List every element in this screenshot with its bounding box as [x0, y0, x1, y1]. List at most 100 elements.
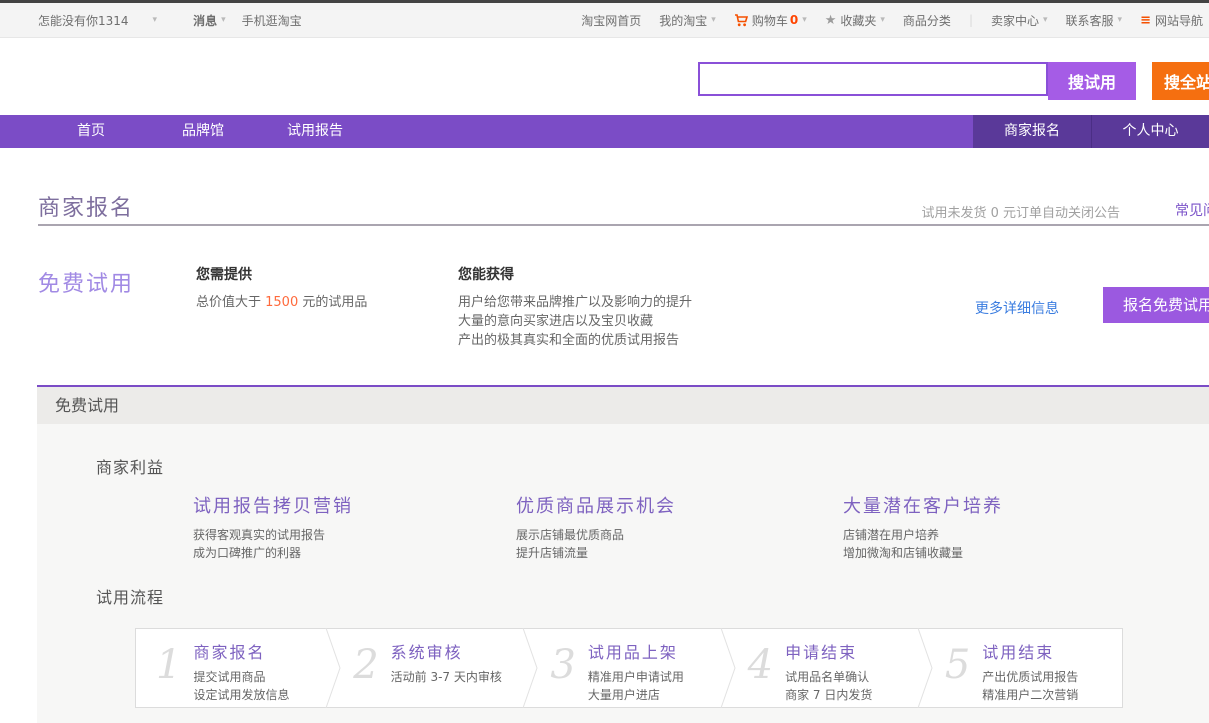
favorites-menu[interactable]: ★ 收藏夹 ▾	[825, 12, 885, 29]
provide-line: 总价值大于 1500 元的试用品	[196, 293, 367, 312]
page-title: 商家报名	[38, 190, 134, 222]
nav-item-brand-hall[interactable]: 品牌馆	[147, 115, 259, 148]
my-taobao-label: 我的淘宝	[659, 12, 707, 29]
step-number: 4	[748, 645, 773, 707]
provide-prefix: 总价值大于	[196, 295, 265, 310]
benefit-item: 大量潜在客户培养 店铺潜在用户培养 增加微淘和店铺收藏量	[843, 492, 1003, 562]
benefit-line: 店铺潜在用户培养	[843, 526, 1003, 544]
search-input[interactable]	[698, 62, 1048, 96]
provide-suffix: 元的试用品	[298, 295, 367, 310]
provide-column: 您需提供 总价值大于 1500 元的试用品	[196, 264, 367, 312]
chevron-down-icon: ▾	[1043, 15, 1048, 25]
chevron-down-icon: ▾	[880, 15, 885, 25]
benefit-line: 成为口碑推广的利器	[193, 544, 353, 562]
contact-service-menu[interactable]: 联系客服 ▾	[1066, 12, 1123, 29]
nav-item-trial-reports[interactable]: 试用报告	[259, 115, 371, 148]
notice-text: 试用未发货 0 元订单自动关闭公告	[921, 202, 1120, 221]
process-step-5: 5 试用结束 产出优质试用报告 精准用户二次营销	[925, 629, 1122, 707]
step-number: 2	[353, 645, 378, 707]
topbar-left: 怎能没有你1314 ▾ 消息 ▾ 手机逛淘宝	[38, 12, 302, 29]
username-link[interactable]: 怎能没有你1314	[38, 12, 129, 29]
cart-count-badge: 0	[790, 13, 798, 27]
step-title: 系统审核	[391, 639, 502, 663]
step-line: 提交试用商品	[193, 668, 289, 686]
process-steps: 1 商家报名 提交试用商品 设定试用发放信息 2 系统审核 活动前 3-7 天内…	[135, 628, 1123, 708]
chevron-down-icon: ▾	[1118, 15, 1123, 25]
faq-link[interactable]: 常见问题	[1175, 200, 1209, 220]
step-number: 1	[156, 645, 181, 707]
panel-body: 商家利益 试用报告拷贝营销 获得客观真实的试用报告 成为口碑推广的利器 优质商品…	[37, 424, 1209, 723]
gain-line: 用户给您带来品牌推广以及影响力的提升	[458, 293, 692, 312]
benefit-title: 试用报告拷贝营销	[193, 492, 353, 518]
more-details-link[interactable]: 更多详细信息	[975, 298, 1059, 318]
step-title: 试用结束	[982, 639, 1078, 663]
apply-free-trial-button[interactable]: 报名免费试用	[1103, 287, 1209, 323]
categories-link[interactable]: 商品分类	[903, 12, 951, 29]
benefit-title: 大量潜在客户培养	[843, 492, 1003, 518]
main-nav: 首页 品牌馆 试用报告 商家报名 个人中心	[0, 115, 1209, 148]
provide-amount: 1500	[265, 295, 298, 310]
step-line: 大量用户进店	[588, 686, 684, 704]
nav-item-personal-center[interactable]: 个人中心	[1091, 115, 1209, 148]
page-content: 商家报名 试用未发货 0 元订单自动关闭公告 常见问题 免费试用 您需提供 总价…	[0, 148, 1209, 385]
cart-icon	[734, 14, 748, 27]
step-title: 试用品上架	[588, 639, 684, 663]
process-heading: 试用流程	[96, 584, 164, 608]
step-line: 试用品名单确认	[785, 668, 872, 686]
gain-column: 您能获得 用户给您带来品牌推广以及影响力的提升 大量的意向买家进店以及宝贝收藏 …	[458, 264, 692, 350]
search-all-button[interactable]: 搜全站	[1152, 62, 1209, 100]
chevron-down-icon: ▾	[802, 15, 807, 25]
cart-label: 购物车	[752, 12, 788, 29]
step-number: 3	[550, 645, 575, 707]
process-step-1: 1 商家报名 提交试用商品 设定试用发放信息	[136, 629, 333, 707]
favorites-label: 收藏夹	[840, 12, 876, 29]
topbar: 怎能没有你1314 ▾ 消息 ▾ 手机逛淘宝 淘宝网首页 我的淘宝 ▾ 购物车 …	[0, 3, 1209, 38]
benefit-item: 试用报告拷贝营销 获得客观真实的试用报告 成为口碑推广的利器	[193, 492, 353, 562]
step-title: 商家报名	[193, 639, 289, 663]
benefits-heading: 商家利益	[96, 454, 164, 478]
seller-center-menu[interactable]: 卖家中心 ▾	[991, 12, 1048, 29]
mobile-taobao-link[interactable]: 手机逛淘宝	[242, 12, 302, 29]
search-header: 搜试用 搜全站	[0, 38, 1209, 115]
hamburger-icon: ≡	[1140, 13, 1151, 28]
step-number: 5	[945, 645, 970, 707]
main-nav-left: 首页 品牌馆 试用报告	[35, 115, 371, 148]
title-divider	[38, 224, 1209, 226]
gain-title: 您能获得	[458, 264, 692, 284]
nav-item-home[interactable]: 首页	[35, 115, 147, 148]
star-icon: ★	[825, 13, 837, 28]
nav-item-merchant-signup[interactable]: 商家报名	[973, 115, 1091, 148]
topbar-right: 淘宝网首页 我的淘宝 ▾ 购物车 0 ▾ ★ 收藏夹 ▾ 商品分类 | 卖家中心…	[581, 12, 1203, 29]
taobao-home-link[interactable]: 淘宝网首页	[581, 12, 641, 29]
topbar-divider: |	[969, 13, 973, 27]
search-trial-button[interactable]: 搜试用	[1048, 62, 1136, 100]
site-nav-label: 网站导航	[1155, 12, 1203, 29]
chevron-down-icon: ▾	[711, 15, 716, 25]
chevron-down-icon[interactable]: ▾	[221, 15, 226, 25]
benefit-item: 优质商品展示机会 展示店铺最优质商品 提升店铺流量	[516, 492, 676, 562]
gain-line: 大量的意向买家进店以及宝贝收藏	[458, 312, 692, 331]
step-line: 商家 7 日内发货	[785, 686, 872, 704]
step-line: 设定试用发放信息	[193, 686, 289, 704]
benefit-line: 增加微淘和店铺收藏量	[843, 544, 1003, 562]
benefit-title: 优质商品展示机会	[516, 492, 676, 518]
gain-line: 产出的极其真实和全面的优质试用报告	[458, 331, 692, 350]
step-title: 申请结束	[785, 639, 872, 663]
step-line: 精准用户二次营销	[982, 686, 1078, 704]
process-step-3: 3 试用品上架 精准用户申请试用 大量用户进店	[530, 629, 727, 707]
step-line: 精准用户申请试用	[588, 668, 684, 686]
process-step-2: 2 系统审核 活动前 3-7 天内审核	[333, 629, 530, 707]
my-taobao-menu[interactable]: 我的淘宝 ▾	[659, 12, 716, 29]
free-trial-heading: 免费试用	[38, 266, 134, 298]
process-step-4: 4 申请结束 试用品名单确认 商家 7 日内发货	[728, 629, 925, 707]
main-nav-right: 商家报名 个人中心	[973, 115, 1209, 148]
messages-link[interactable]: 消息	[193, 12, 217, 29]
free-trial-panel: 免费试用 商家利益 试用报告拷贝营销 获得客观真实的试用报告 成为口碑推广的利器…	[37, 385, 1209, 723]
cart-menu[interactable]: 购物车 0 ▾	[734, 12, 807, 29]
chevron-down-icon[interactable]: ▾	[153, 15, 158, 25]
benefit-line: 提升店铺流量	[516, 544, 676, 562]
step-line: 产出优质试用报告	[982, 668, 1078, 686]
benefit-line: 获得客观真实的试用报告	[193, 526, 353, 544]
contact-service-label: 联系客服	[1066, 12, 1114, 29]
site-nav-menu[interactable]: ≡ 网站导航	[1140, 12, 1203, 29]
